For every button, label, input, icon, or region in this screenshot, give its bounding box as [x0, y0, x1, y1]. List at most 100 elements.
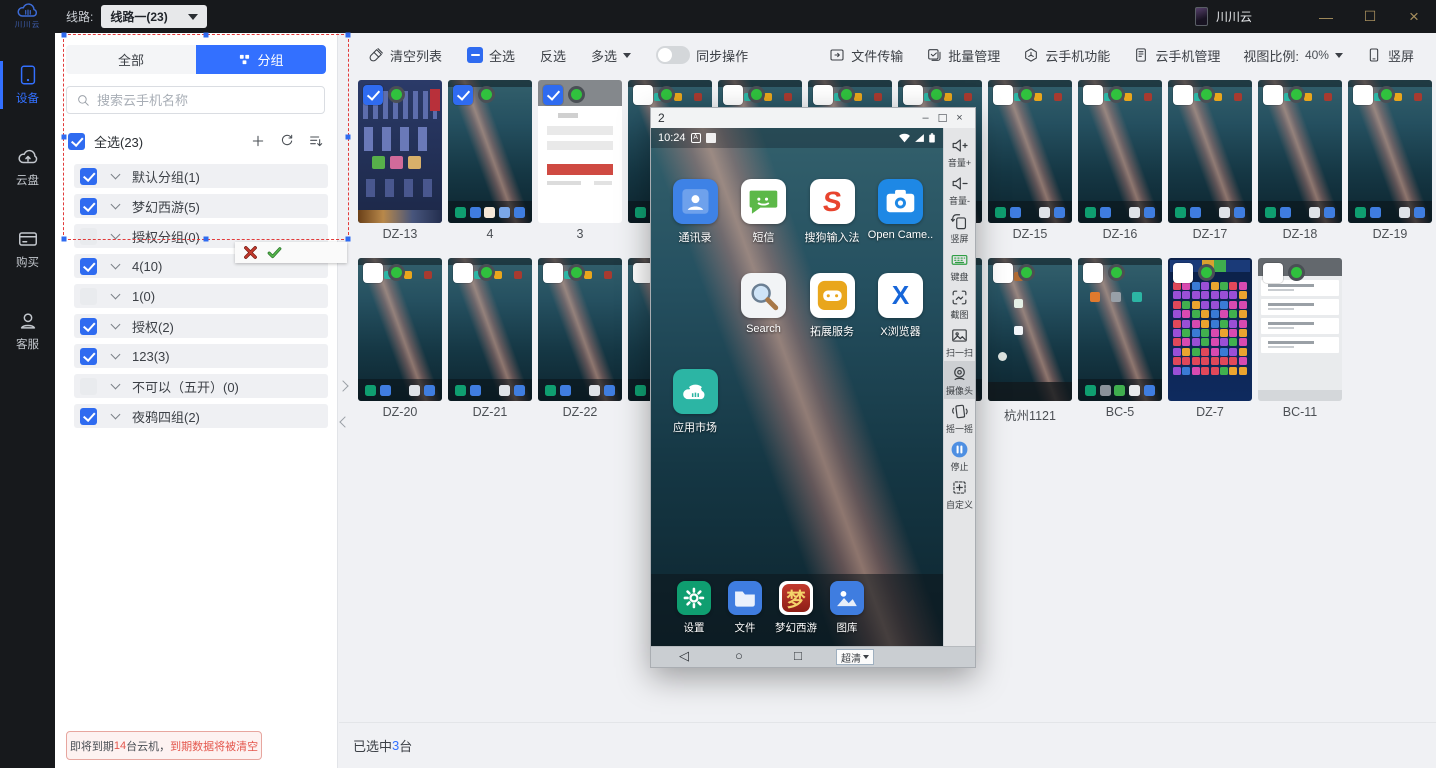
device-screen[interactable] — [448, 258, 532, 401]
group-checkbox[interactable] — [80, 168, 97, 185]
device-screen[interactable] — [358, 258, 442, 401]
refresh-icon[interactable] — [279, 133, 295, 149]
back-button[interactable]: ◁ — [679, 648, 689, 664]
file-transfer-button[interactable]: 文件传输 — [829, 46, 903, 65]
group-checkbox[interactable] — [80, 318, 97, 335]
add-group-icon[interactable] — [250, 133, 266, 149]
device-checkbox[interactable] — [813, 85, 833, 105]
group-checkbox[interactable] — [80, 288, 97, 305]
device-screen[interactable] — [1078, 258, 1162, 401]
device-checkbox[interactable] — [543, 263, 563, 283]
device-cell[interactable]: 杭州1121 — [988, 258, 1072, 424]
device-cell[interactable]: 3 — [538, 80, 622, 241]
group-checkbox[interactable] — [80, 228, 97, 245]
clear-list-button[interactable]: 清空列表 — [368, 46, 442, 65]
app-shortcut[interactable]: 梦 梦幻西游 — [771, 581, 821, 635]
portrait-button[interactable]: 竖屏 — [1366, 46, 1414, 65]
device-checkbox[interactable] — [993, 85, 1013, 105]
sidebar-item-support[interactable]: 客服 — [0, 307, 55, 355]
app-shortcut[interactable]: S 搜狗输入法 — [803, 179, 861, 245]
app-shortcut[interactable]: 图库 — [822, 581, 872, 635]
panel-collapse-handle[interactable] — [339, 416, 350, 427]
phone-screen[interactable]: 10:24 A 通讯录 短信 S 搜狗输入法 Open Came.. Searc… — [651, 128, 943, 647]
device-screen[interactable] — [538, 258, 622, 401]
device-screen[interactable] — [538, 80, 622, 223]
chevron-down-icon[interactable] — [111, 290, 121, 300]
app-shortcut[interactable]: 通讯录 — [666, 179, 724, 245]
phone-tool-vol-up[interactable]: 音量+ — [944, 133, 975, 171]
device-cell[interactable]: DZ-15 — [988, 80, 1072, 241]
recents-button[interactable]: □ — [794, 648, 802, 663]
app-shortcut[interactable]: Open Came.. — [872, 179, 930, 241]
phone-tool-shake[interactable]: 摇一摇 — [944, 399, 975, 437]
select-all-toggle[interactable]: 全选 — [467, 46, 515, 65]
phone-minimize-button[interactable]: – — [917, 112, 934, 125]
selection-confirm-icon[interactable] — [267, 245, 282, 260]
phone-close-button[interactable]: × — [951, 112, 968, 125]
tab-group[interactable]: 分组 — [196, 45, 326, 74]
app-shortcut[interactable]: 拓展服务 — [803, 273, 861, 339]
panel-expand-handle[interactable] — [337, 380, 348, 391]
device-screen[interactable] — [1258, 80, 1342, 223]
device-checkbox[interactable] — [633, 85, 653, 105]
chevron-down-icon[interactable] — [111, 410, 121, 420]
phone-window[interactable]: 2 – ☐ × 10:24 A 通讯录 短信 S 搜狗输入法 Open Came… — [650, 107, 976, 668]
device-cell[interactable]: DZ-18 — [1258, 80, 1342, 241]
device-checkbox[interactable] — [363, 85, 383, 105]
app-shortcut[interactable]: 文件 — [720, 581, 770, 635]
device-checkbox[interactable] — [1263, 85, 1283, 105]
device-screen[interactable] — [1348, 80, 1432, 223]
group-row[interactable]: 梦幻西游(5) — [74, 194, 328, 218]
phone-tool-rotate[interactable]: 竖屏 — [944, 209, 975, 247]
phone-tool-scan[interactable]: 扫一扫 — [944, 323, 975, 361]
phone-maximize-button[interactable]: ☐ — [934, 112, 951, 125]
device-checkbox[interactable] — [1173, 85, 1193, 105]
toggle-off-icon[interactable] — [656, 46, 690, 64]
phone-manage-button[interactable]: 云手机管理 — [1133, 46, 1220, 65]
device-checkbox[interactable] — [453, 263, 473, 283]
phone-tool-screenshot[interactable]: 截图 — [944, 285, 975, 323]
device-screen[interactable] — [1168, 258, 1252, 401]
view-scale-selector[interactable]: 视图比例: 40% — [1243, 46, 1343, 65]
device-screen[interactable] — [988, 258, 1072, 401]
chevron-down-icon[interactable] — [111, 350, 121, 360]
chevron-down-icon[interactable] — [111, 260, 121, 270]
group-checkbox[interactable] — [80, 198, 97, 215]
device-cell[interactable]: DZ-13 — [358, 80, 442, 241]
device-screen[interactable] — [1168, 80, 1252, 223]
device-checkbox[interactable] — [543, 85, 563, 105]
device-checkbox[interactable] — [1263, 263, 1283, 283]
device-checkbox[interactable] — [993, 263, 1013, 283]
device-screen[interactable] — [1078, 80, 1162, 223]
collapse-all-icon[interactable] — [308, 133, 324, 149]
multi-select-button[interactable]: 多选 — [591, 46, 631, 65]
device-checkbox[interactable] — [1173, 263, 1193, 283]
app-shortcut[interactable]: 短信 — [735, 179, 793, 245]
device-checkbox[interactable] — [1083, 85, 1103, 105]
device-screen[interactable] — [988, 80, 1072, 223]
invert-selection-button[interactable]: 反选 — [540, 46, 566, 65]
device-screen[interactable] — [448, 80, 532, 223]
tab-all[interactable]: 全部 — [66, 45, 196, 74]
home-button[interactable]: ○ — [735, 648, 743, 663]
device-cell[interactable]: DZ-21 — [448, 258, 532, 419]
sidebar-item-purchase[interactable]: 购买 — [0, 225, 55, 273]
phone-tool-custom[interactable]: 自定义 — [944, 475, 975, 513]
group-checkbox[interactable] — [80, 348, 97, 365]
chevron-down-icon[interactable] — [111, 230, 121, 240]
sidebar-item-devices[interactable]: 设备 — [0, 61, 55, 109]
group-row[interactable]: 123(3) — [74, 344, 328, 368]
device-checkbox[interactable] — [1353, 85, 1373, 105]
group-row[interactable]: 1(0) — [74, 284, 328, 308]
group-row[interactable]: 默认分组(1) — [74, 164, 328, 188]
phone-tool-camera-tool[interactable]: 摄像头 — [944, 361, 975, 399]
chevron-down-icon[interactable] — [111, 380, 121, 390]
phone-tool-stop[interactable]: 停止 — [944, 437, 975, 475]
app-shortcut[interactable]: X X浏览器 — [872, 273, 930, 339]
app-shortcut[interactable]: 设置 — [669, 581, 719, 635]
select-all-indeterminate-checkbox[interactable] — [467, 47, 483, 63]
quality-selector[interactable]: 超清 — [836, 649, 874, 665]
group-checkbox[interactable] — [80, 258, 97, 275]
line-selector[interactable]: 线路一(23) — [101, 5, 207, 28]
device-cell[interactable]: DZ-7 — [1168, 258, 1252, 419]
